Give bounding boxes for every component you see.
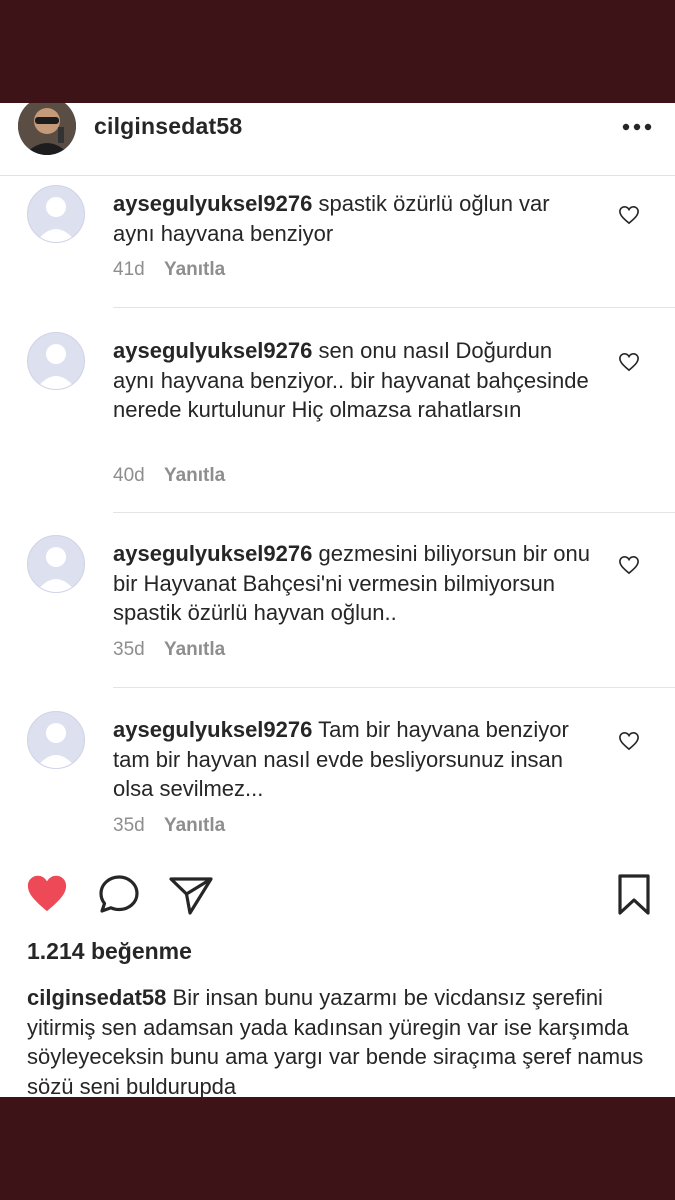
- comment-text: aysegulyuksel9276 Tam bir hayvana benziy…: [113, 715, 593, 804]
- paper-plane-icon[interactable]: [168, 875, 214, 915]
- bottom-frame-bar: [0, 1097, 675, 1200]
- comment-meta: 40d Yanıtla: [113, 465, 225, 487]
- heart-outline-icon[interactable]: [618, 352, 640, 372]
- comment-text: aysegulyuksel9276 spastik özürlü oğlun v…: [113, 189, 593, 248]
- comment-time: 35d: [113, 815, 145, 836]
- comment-username[interactable]: aysegulyuksel9276: [113, 191, 312, 216]
- comment-time: 40d: [113, 465, 145, 486]
- comment-meta: 41d Yanıtla: [113, 259, 225, 281]
- reply-button[interactable]: Yanıtla: [164, 465, 225, 486]
- comment-bubble-icon[interactable]: [97, 873, 141, 915]
- comment-avatar[interactable]: [27, 535, 85, 593]
- comment-text: aysegulyuksel9276 gezmesini biliyorsun b…: [113, 539, 593, 628]
- top-frame-bar: [0, 0, 675, 103]
- heart-filled-icon[interactable]: [25, 873, 69, 913]
- comment-time: 35d: [113, 639, 145, 660]
- heart-outline-icon[interactable]: [618, 555, 640, 575]
- post-caption: cilginsedat58 Bir insan bunu yazarmı be …: [27, 983, 647, 1097]
- reply-button[interactable]: Yanıtla: [164, 259, 225, 280]
- comment-avatar[interactable]: [27, 711, 85, 769]
- instagram-post: cilginsedat58 aysegulyuksel9276 spastik …: [0, 103, 675, 1097]
- bookmark-icon[interactable]: [616, 873, 652, 917]
- comment-username[interactable]: aysegulyuksel9276: [113, 541, 312, 566]
- post-username[interactable]: cilginsedat58: [94, 113, 242, 140]
- likes-count[interactable]: 1.214 beğenme: [27, 938, 192, 965]
- comment-divider: [113, 512, 675, 513]
- action-bar: [0, 863, 675, 923]
- comment-text: aysegulyuksel9276 sen onu nasıl Doğurdun…: [113, 336, 593, 425]
- post-header: cilginsedat58: [0, 103, 675, 175]
- heart-outline-icon[interactable]: [618, 205, 640, 225]
- more-options-icon[interactable]: [622, 123, 652, 131]
- comment-divider: [113, 307, 675, 308]
- caption-username[interactable]: cilginsedat58: [27, 985, 166, 1010]
- reply-button[interactable]: Yanıtla: [164, 815, 225, 836]
- comment-time: 41d: [113, 259, 145, 280]
- comment-meta: 35d Yanıtla: [113, 639, 225, 661]
- comment-avatar[interactable]: [27, 332, 85, 390]
- header-divider: [0, 175, 675, 176]
- comment-username[interactable]: aysegulyuksel9276: [113, 717, 312, 742]
- comment-avatar[interactable]: [27, 185, 85, 243]
- comment-username[interactable]: aysegulyuksel9276: [113, 338, 312, 363]
- comment-divider: [113, 687, 675, 688]
- reply-button[interactable]: Yanıtla: [164, 639, 225, 660]
- user-avatar[interactable]: [18, 103, 76, 155]
- comment-meta: 35d Yanıtla: [113, 815, 225, 837]
- heart-outline-icon[interactable]: [618, 731, 640, 751]
